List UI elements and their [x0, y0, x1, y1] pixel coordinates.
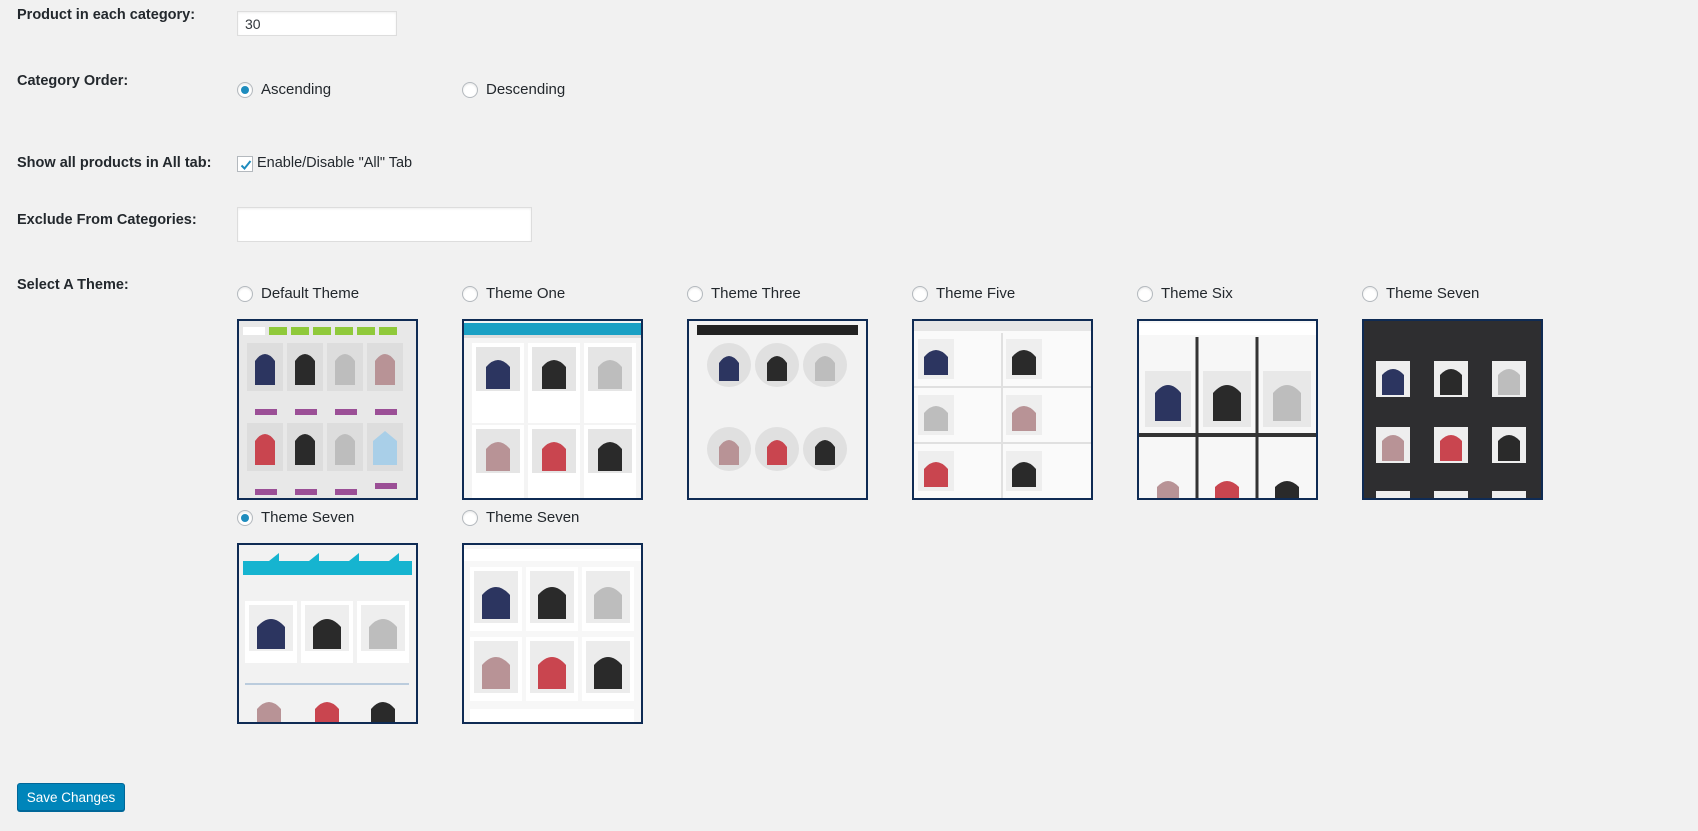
descending-radio[interactable]: [462, 82, 478, 98]
theme-seven-a-preview[interactable]: [1362, 319, 1543, 500]
theme-five-label: Theme Five: [936, 285, 1016, 302]
theme-seven-c-preview[interactable]: [462, 543, 643, 724]
save-changes-button[interactable]: Save Changes: [17, 783, 125, 811]
theme-six-label: Theme Six: [1161, 285, 1233, 302]
theme-default-label: Default Theme: [261, 285, 360, 302]
theme-seven-a-radio[interactable]: [1362, 286, 1378, 302]
category-order-label: Category Order:: [17, 73, 129, 89]
theme-six-preview[interactable]: [1137, 319, 1318, 500]
theme-one-label: Theme One: [486, 285, 566, 302]
all-tab-label: Show all products in All tab:: [17, 155, 212, 171]
theme-seven-a-label: Theme Seven: [1386, 285, 1480, 302]
theme-seven-b-label: Theme Seven: [261, 509, 355, 526]
theme-seven-c-label: Theme Seven: [486, 509, 580, 526]
theme-five-preview[interactable]: [912, 319, 1093, 500]
product-count-input[interactable]: [237, 11, 397, 36]
theme-three-preview[interactable]: [687, 319, 868, 500]
theme-seven-b-radio[interactable]: [237, 510, 253, 526]
ascending-radio[interactable]: [237, 82, 253, 98]
theme-one-preview[interactable]: [462, 319, 643, 500]
exclude-categories-input[interactable]: [237, 207, 532, 242]
theme-three-radio[interactable]: [687, 286, 703, 302]
theme-default-preview[interactable]: [237, 319, 418, 500]
all-tab-checkbox[interactable]: [237, 156, 253, 172]
ascending-label: Ascending: [261, 81, 332, 98]
theme-default-radio[interactable]: [237, 286, 253, 302]
theme-six-radio[interactable]: [1137, 286, 1153, 302]
product-count-label: Product in each category:: [17, 7, 196, 23]
theme-one-radio[interactable]: [462, 286, 478, 302]
select-theme-label: Select A Theme:: [17, 277, 129, 293]
all-tab-checkbox-label: Enable/Disable "All" Tab: [257, 155, 413, 171]
checkmark-icon: [240, 160, 252, 170]
theme-seven-c-radio[interactable]: [462, 510, 478, 526]
exclude-categories-label: Exclude From Categories:: [17, 212, 197, 228]
descending-label: Descending: [486, 81, 566, 98]
theme-five-radio[interactable]: [912, 286, 928, 302]
theme-seven-b-preview[interactable]: [237, 543, 418, 724]
theme-three-label: Theme Three: [711, 285, 801, 302]
